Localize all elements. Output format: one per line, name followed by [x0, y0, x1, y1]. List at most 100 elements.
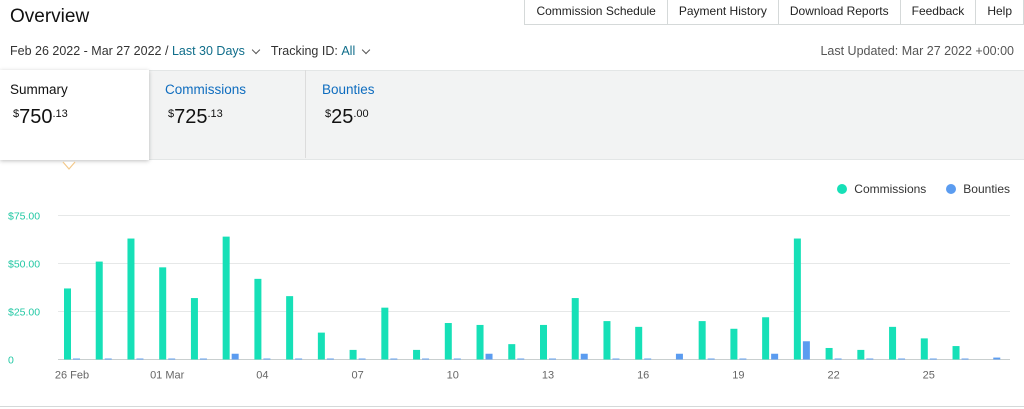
bounties-bar	[517, 358, 525, 360]
summary-tab[interactable]: Summary $750.13	[0, 70, 149, 160]
x-tick-label: 13	[542, 370, 554, 382]
commissions-bar	[762, 317, 770, 360]
x-tick-label: 26 Feb	[55, 370, 89, 382]
commission-schedule-button[interactable]: Commission Schedule	[524, 0, 668, 25]
amount-value: 750	[19, 106, 53, 128]
bounties-bar	[549, 358, 556, 360]
last-updated-text: Last Updated: Mar 27 2022 +00:00	[820, 44, 1014, 58]
bounties-bar	[358, 358, 366, 360]
commissions-bar	[825, 347, 833, 360]
x-tick-label: 10	[447, 370, 459, 382]
bounties-bar	[104, 358, 112, 360]
bounties-bar	[898, 358, 906, 360]
filter-bar: Feb 26 2022 - Mar 27 2022 / Last 30 Days…	[10, 44, 379, 58]
commissions-bar	[540, 324, 547, 360]
bounties-bar	[485, 353, 493, 360]
divider	[0, 406, 1024, 407]
y-tick-label: $25.00	[8, 307, 40, 319]
x-tick-label: 19	[732, 370, 744, 382]
commissions-bar	[603, 321, 611, 360]
commissions-bar	[889, 326, 897, 360]
bounties-bar	[199, 358, 207, 360]
commissions-tab-label: Commissions	[165, 82, 247, 97]
commissions-bar	[635, 326, 643, 360]
commissions-bar	[698, 321, 706, 360]
currency-symbol: $	[325, 108, 332, 120]
legend-bounties-swatch	[946, 184, 957, 194]
summary-amount: $750.13	[13, 106, 68, 129]
commissions-bar	[64, 288, 71, 360]
commissions-bar	[444, 323, 452, 360]
bounties-bar	[263, 358, 271, 360]
chart-legend: Commissions Bounties	[817, 182, 1010, 196]
bounties-bar	[802, 341, 810, 360]
y-tick-label: $75.00	[8, 211, 40, 223]
date-range-text: Feb 26 2022 - Mar 27 2022	[10, 44, 162, 58]
bounties-bar	[136, 358, 144, 360]
commissions-bar	[571, 298, 579, 360]
bounties-bar	[326, 358, 334, 360]
commissions-tab[interactable]: Commissions $725.13	[149, 70, 306, 158]
bounties-bar	[961, 358, 969, 360]
payment-history-button[interactable]: Payment History	[666, 0, 779, 25]
date-separator: /	[164, 44, 169, 58]
download-reports-button[interactable]: Download Reports	[777, 0, 901, 25]
commissions-bar	[127, 238, 135, 360]
commissions-bar	[413, 349, 421, 360]
x-tick-label: 22	[827, 370, 839, 382]
commissions-bar	[920, 338, 928, 360]
amount-cents: .13	[52, 108, 68, 120]
bounties-tab-label: Bounties	[322, 82, 375, 97]
y-tick-label: 0	[8, 355, 14, 367]
bounties-bar	[422, 358, 430, 360]
x-tick-label: 04	[256, 370, 268, 382]
currency-symbol: $	[13, 108, 20, 120]
commissions-bar	[793, 238, 801, 360]
bounties-bar	[675, 353, 683, 360]
tracking-id-dropdown[interactable]: All	[341, 44, 355, 58]
amount-cents: .13	[207, 108, 223, 120]
commissions-bar	[254, 278, 262, 360]
bounties-bar	[580, 353, 588, 360]
legend-commissions[interactable]: Commissions	[837, 182, 926, 196]
summary-tab-label: Summary	[10, 82, 68, 97]
bounties-bar	[739, 358, 747, 360]
commissions-bar	[349, 349, 357, 360]
chevron-down-icon[interactable]	[251, 45, 261, 54]
commissions-bar	[317, 332, 325, 360]
amount-cents: .00	[353, 108, 369, 120]
commissions-bar	[857, 349, 865, 360]
bounties-amount: $25.00	[325, 106, 369, 129]
commissions-bar	[159, 267, 167, 360]
bounties-bar	[834, 358, 842, 360]
bounties-bar	[993, 357, 1001, 360]
feedback-button[interactable]: Feedback	[899, 0, 977, 25]
bounties-bar	[771, 353, 779, 360]
bounties-bar	[73, 358, 80, 360]
bounties-bar	[390, 358, 398, 360]
bounties-bar	[929, 358, 937, 360]
chevron-down-icon[interactable]	[361, 45, 371, 54]
bounties-bar	[168, 358, 176, 360]
legend-bounties[interactable]: Bounties	[946, 182, 1010, 196]
commissions-bar	[286, 296, 294, 360]
bounties-bar	[707, 358, 715, 360]
commissions-bar	[508, 344, 516, 360]
commissions-amount: $725.13	[168, 106, 223, 129]
bounties-bar	[644, 358, 652, 360]
active-tab-caret-icon	[62, 161, 76, 170]
bounties-bar	[453, 358, 461, 360]
commissions-bar	[476, 324, 484, 360]
bounties-bar	[295, 358, 303, 360]
commissions-bar	[222, 236, 230, 360]
bounties-tab[interactable]: Bounties $25.00	[306, 70, 476, 158]
legend-commissions-label: Commissions	[854, 182, 927, 196]
help-button[interactable]: Help	[975, 0, 1024, 25]
currency-symbol: $	[168, 108, 175, 120]
page-title: Overview	[10, 6, 90, 27]
commissions-bar	[730, 328, 738, 360]
period-dropdown[interactable]: Last 30 Days	[172, 44, 245, 58]
x-tick-label: 01 Mar	[150, 370, 185, 382]
tracking-id-label: Tracking ID:	[270, 44, 338, 58]
commissions-bar	[952, 346, 960, 360]
